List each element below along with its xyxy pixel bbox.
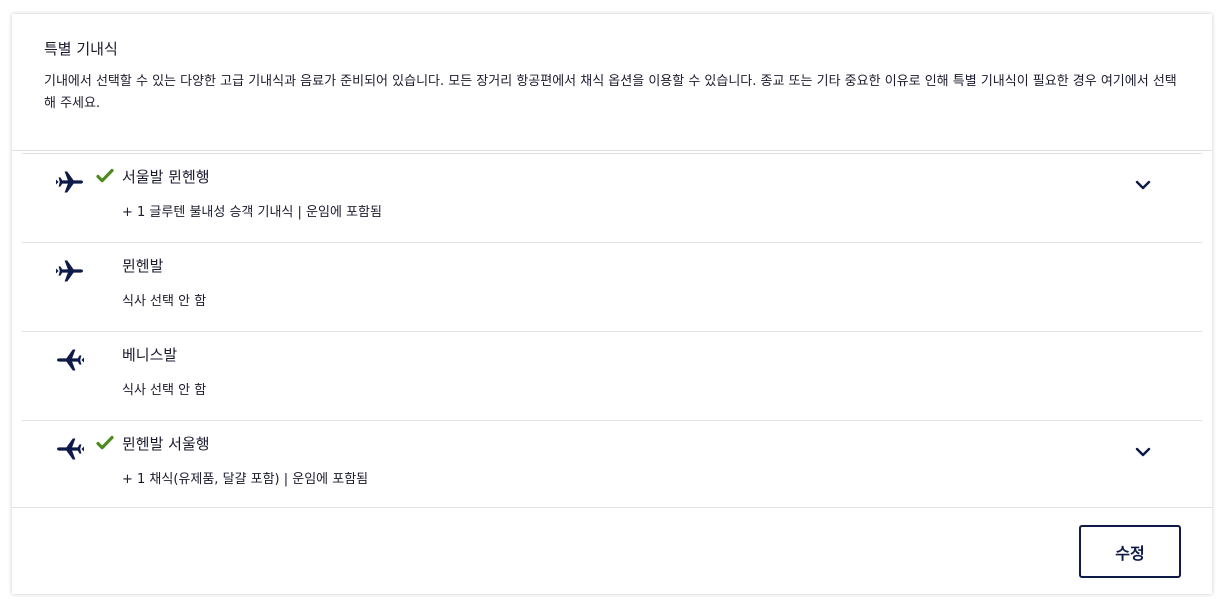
segment-route: 베니스발 — [122, 346, 178, 364]
special-meals-card: 특별 기내식 기내에서 선택할 수 있는 다양한 고급 기내식과 음료가 준비되… — [12, 14, 1212, 594]
plane-return-icon — [56, 437, 84, 461]
chevron-down-icon[interactable] — [1132, 174, 1154, 196]
plane-departure-icon — [56, 259, 84, 283]
section-description: 기내에서 선택할 수 있는 다양한 고급 기내식과 음료가 준비되어 있습니다.… — [44, 74, 1177, 111]
segment-meal-summary: + 1 글루텐 불내성 승객 기내식 | 운임에 포함됨 — [122, 205, 382, 220]
segment-route: 뮌헨발 — [122, 257, 164, 275]
flight-segment: 뮌헨발 서울행 + 1 채식(유제품, 달걀 포함) | 운임에 포함됨 — [22, 421, 1202, 510]
flight-segment: 뮌헨발 식사 선택 안 함 — [22, 243, 1202, 332]
segment-meal-summary: + 1 채식(유제품, 달걀 포함) | 운임에 포함됨 — [122, 472, 369, 487]
card-footer: 수정 — [12, 507, 1212, 594]
section-header: 특별 기내식 기내에서 선택할 수 있는 다양한 고급 기내식과 음료가 준비되… — [12, 14, 1212, 151]
segment-route: 서울발 뮌헨행 — [122, 168, 210, 186]
check-icon — [95, 166, 115, 186]
plane-return-icon — [56, 348, 84, 372]
segment-meal-summary: 식사 선택 안 함 — [122, 294, 207, 309]
edit-button[interactable]: 수정 — [1079, 525, 1181, 578]
flight-segment-list: 서울발 뮌헨행 + 1 글루텐 불내성 승객 기내식 | 운임에 포함됨 뮌헨발… — [22, 153, 1202, 510]
flight-segment: 베니스발 식사 선택 안 함 — [22, 332, 1202, 421]
plane-departure-icon — [56, 170, 84, 194]
check-icon — [95, 433, 115, 453]
flight-segment: 서울발 뮌헨행 + 1 글루텐 불내성 승객 기내식 | 운임에 포함됨 — [22, 154, 1202, 243]
section-title: 특별 기내식 — [44, 40, 118, 58]
segment-route: 뮌헨발 서울행 — [122, 435, 210, 453]
segment-meal-summary: 식사 선택 안 함 — [122, 383, 207, 398]
chevron-down-icon[interactable] — [1132, 441, 1154, 463]
